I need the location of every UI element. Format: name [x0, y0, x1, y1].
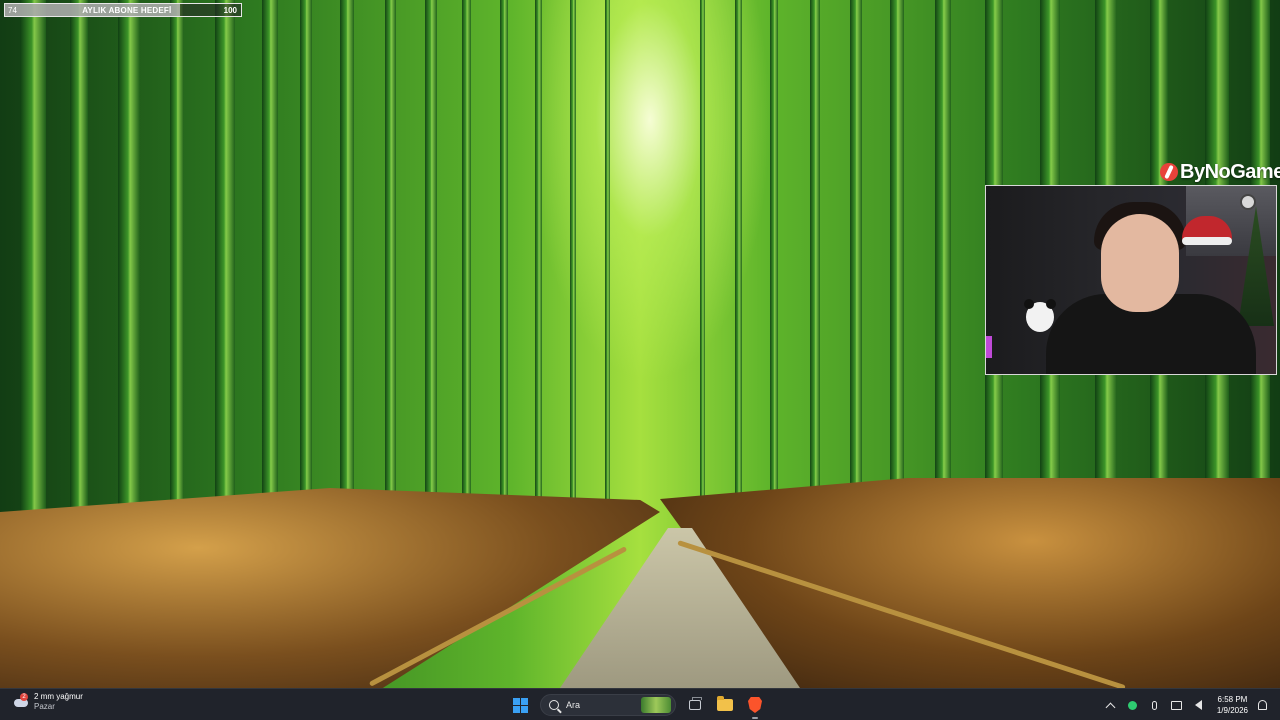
goal-label: AYLIK ABONE HEDEFİ [82, 5, 172, 15]
brave-browser-button[interactable] [744, 694, 766, 719]
rain-cloud-icon: 2 [12, 693, 30, 711]
network-icon [1171, 700, 1183, 710]
status-dot-icon [1128, 700, 1138, 710]
windows-icon [512, 697, 528, 713]
system-tray: 6:58 PM 1/9/2026 [1097, 693, 1270, 717]
weather-widget[interactable]: 2 2 mm yağmur Pazar [12, 692, 83, 712]
weather-day: Pazar [34, 702, 55, 711]
wall-clock-icon [1240, 194, 1256, 210]
volume-icon [1195, 700, 1203, 710]
goal-current-count: 74 [8, 5, 17, 15]
volume-button[interactable] [1191, 697, 1207, 713]
task-view-icon [689, 697, 702, 710]
weather-badge: 2 [20, 693, 28, 701]
file-explorer-button[interactable] [714, 694, 736, 716]
search-highlight-thumbnail [641, 697, 671, 713]
subscriber-goal-bar: 74 AYLIK ABONE HEDEFİ 100 [4, 3, 242, 17]
clock[interactable]: 6:58 PM 1/9/2026 [1217, 694, 1248, 716]
notification-icon [1257, 700, 1267, 710]
folder-icon [717, 696, 733, 711]
taskbar-center: Ara [508, 693, 766, 719]
search-box[interactable]: Ara [540, 694, 676, 716]
chevron-up-icon [1105, 702, 1116, 712]
notification-button[interactable] [1254, 697, 1270, 713]
microphone-button[interactable] [1147, 697, 1163, 713]
search-placeholder: Ara [566, 700, 581, 710]
webcam-overlay [985, 185, 1277, 375]
brand-name: ByNoGame [1180, 160, 1280, 183]
network-button[interactable] [1169, 697, 1185, 713]
start-button[interactable] [508, 693, 532, 717]
weather-condition: 2 mm yağmur [34, 692, 83, 701]
status-indicator[interactable] [1125, 697, 1141, 713]
brave-icon [748, 697, 762, 713]
clock-time: 6:58 PM [1217, 695, 1248, 704]
microphone-icon [1152, 700, 1158, 710]
show-hidden-icons-button[interactable] [1103, 697, 1119, 713]
task-view-button[interactable] [684, 694, 706, 716]
panda-plush-icon [1024, 299, 1054, 332]
streamer-face [1101, 214, 1179, 312]
taskbar: 2 2 mm yağmur Pazar Ara 6:58 PM 1/9/2026 [0, 688, 1280, 720]
brand-watermark: ByNoGame [1160, 158, 1280, 186]
brand-logo-icon [1160, 163, 1178, 181]
goal-target-count: 100 [223, 5, 237, 15]
clock-date: 1/9/2026 [1216, 706, 1248, 715]
search-icon [549, 700, 559, 710]
